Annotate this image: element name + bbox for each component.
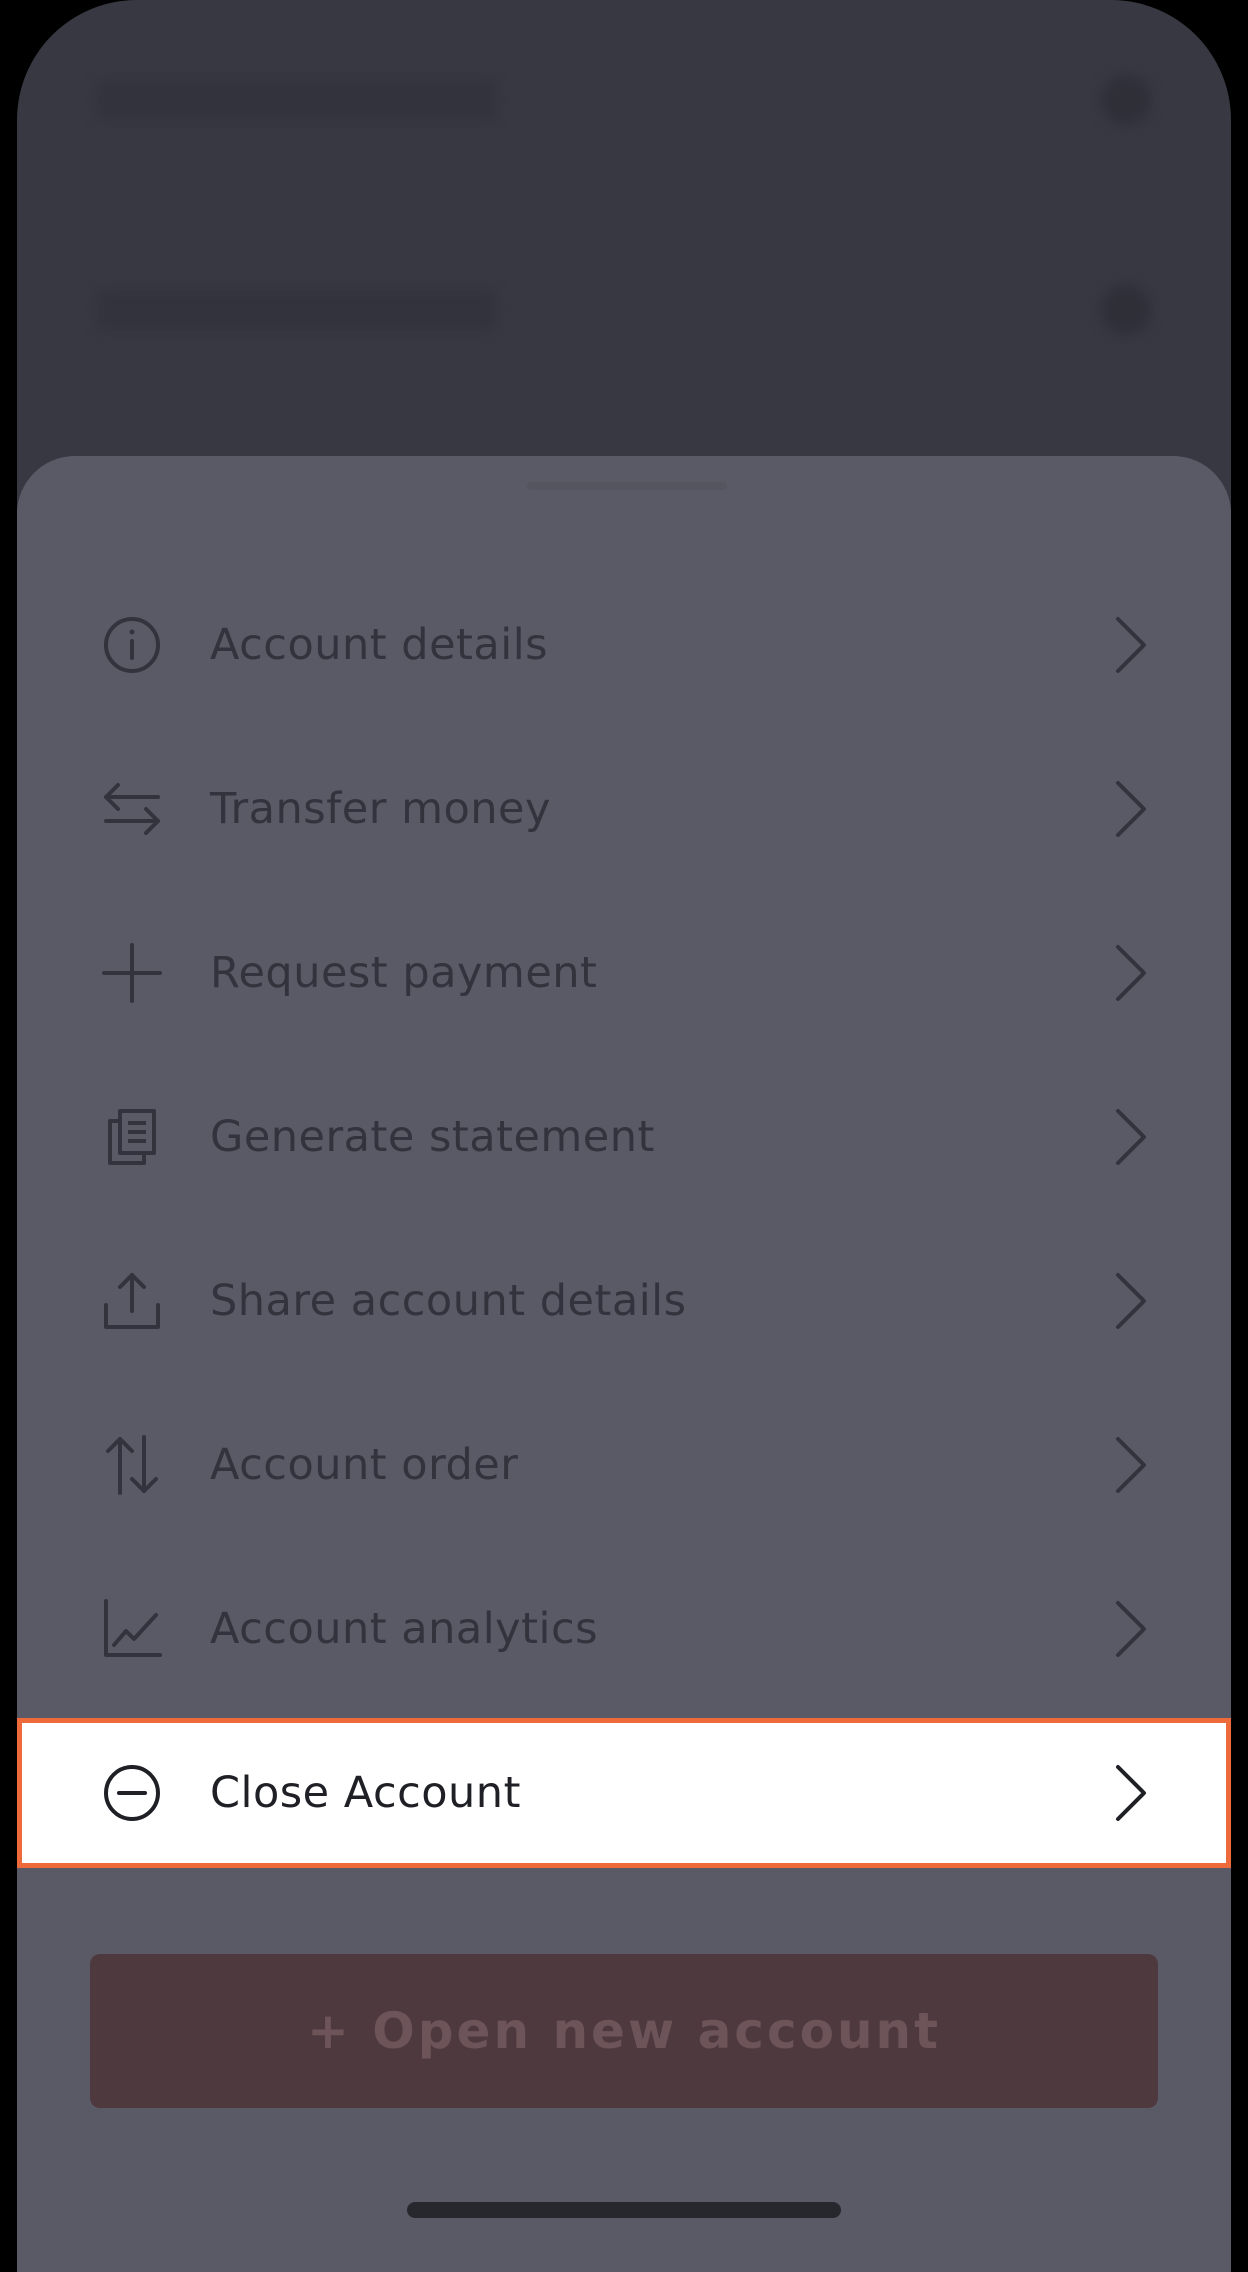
background-blurred-icon [1101, 285, 1151, 335]
chevron-right-icon [1110, 943, 1150, 1003]
menu-item-transfer-money[interactable]: Transfer money [17, 734, 1231, 884]
menu-item-account-order[interactable]: Account order [17, 1390, 1231, 1540]
menu-item-close-account[interactable]: Close Account [17, 1718, 1231, 1868]
chevron-right-icon [1110, 1271, 1150, 1331]
bottom-sheet: Account details Transfer money Request p… [17, 456, 1231, 2272]
menu-item-label: Account details [210, 620, 549, 670]
chart-icon [102, 1599, 162, 1659]
menu-item-label: Account analytics [210, 1604, 598, 1654]
background-blurred-text [97, 290, 497, 330]
menu-item-account-details[interactable]: Account details [17, 570, 1231, 720]
transfer-arrows-icon [102, 779, 162, 839]
menu-item-account-analytics[interactable]: Account analytics [17, 1554, 1231, 1704]
chevron-right-icon [1110, 1599, 1150, 1659]
documents-icon [102, 1107, 162, 1167]
info-icon [102, 615, 162, 675]
menu-item-label: Account order [210, 1440, 519, 1490]
menu-item-generate-statement[interactable]: Generate statement [17, 1062, 1231, 1212]
share-upload-icon [102, 1271, 162, 1331]
background-blurred-icon [1101, 75, 1151, 125]
open-new-account-button[interactable]: + Open new account [90, 1954, 1158, 2108]
background-account-row [97, 270, 1151, 350]
phone-screen: Account details Transfer money Request p… [17, 0, 1231, 2272]
chevron-right-icon [1110, 779, 1150, 839]
home-indicator [407, 2202, 841, 2218]
plus-icon [102, 943, 162, 1003]
minus-circle-icon [102, 1763, 162, 1823]
sheet-grabber[interactable] [527, 482, 727, 490]
menu-item-label: Share account details [210, 1276, 687, 1326]
menu-item-share-account-details[interactable]: Share account details [17, 1226, 1231, 1376]
menu-item-request-payment[interactable]: Request payment [17, 898, 1231, 1048]
menu-item-label: Generate statement [210, 1112, 655, 1162]
chevron-right-icon [1110, 1107, 1150, 1167]
background-header-row [97, 60, 1151, 140]
chevron-right-icon [1110, 615, 1150, 675]
chevron-right-icon [1110, 1435, 1150, 1495]
menu-item-label: Close Account [210, 1768, 521, 1818]
menu-item-label: Request payment [210, 948, 598, 998]
chevron-right-icon [1110, 1763, 1150, 1823]
background-blurred-text [97, 80, 497, 120]
sort-arrows-icon [102, 1435, 162, 1495]
menu-item-label: Transfer money [210, 784, 551, 834]
